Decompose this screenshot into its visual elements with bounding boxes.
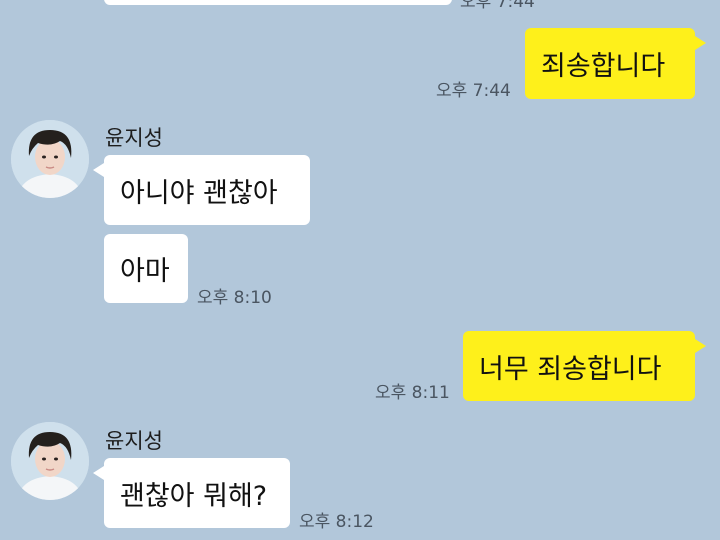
outgoing-message-bubble[interactable]: 너무 죄송합니다 — [463, 331, 695, 401]
message-time: 오후 8:12 — [299, 512, 374, 532]
outgoing-message-bubble[interactable]: 죄송합니다 — [525, 28, 695, 99]
message-time: 오후 8:10 — [197, 288, 272, 308]
message-time: 오후 7:44 — [436, 81, 511, 101]
sender-name: 윤지성 — [105, 429, 163, 453]
sender-avatar[interactable] — [11, 120, 89, 198]
incoming-bubble-tail — [93, 163, 104, 177]
message-text: 괜찮아 뭐해? — [120, 480, 268, 512]
cut-off-message-bubble[interactable] — [104, 0, 452, 5]
message-text: 아니야 괜찮아 — [120, 177, 278, 209]
message-text: 너무 죄송합니다 — [479, 353, 662, 385]
message-text: 아마 — [120, 256, 170, 287]
sender-name: 윤지성 — [105, 126, 163, 150]
incoming-message-bubble[interactable]: 아니야 괜찮아 — [104, 155, 310, 225]
message-text: 죄송합니다 — [541, 51, 666, 82]
incoming-message-bubble[interactable]: 아마 — [104, 234, 188, 303]
cut-off-message-time: 오후 7:44 — [460, 0, 535, 12]
incoming-bubble-tail — [93, 466, 104, 480]
sender-avatar[interactable] — [11, 422, 89, 500]
outgoing-bubble-tail — [695, 339, 706, 353]
message-time: 오후 8:11 — [375, 383, 450, 403]
incoming-message-bubble[interactable]: 괜찮아 뭐해? — [104, 458, 290, 528]
outgoing-bubble-tail — [695, 36, 706, 50]
